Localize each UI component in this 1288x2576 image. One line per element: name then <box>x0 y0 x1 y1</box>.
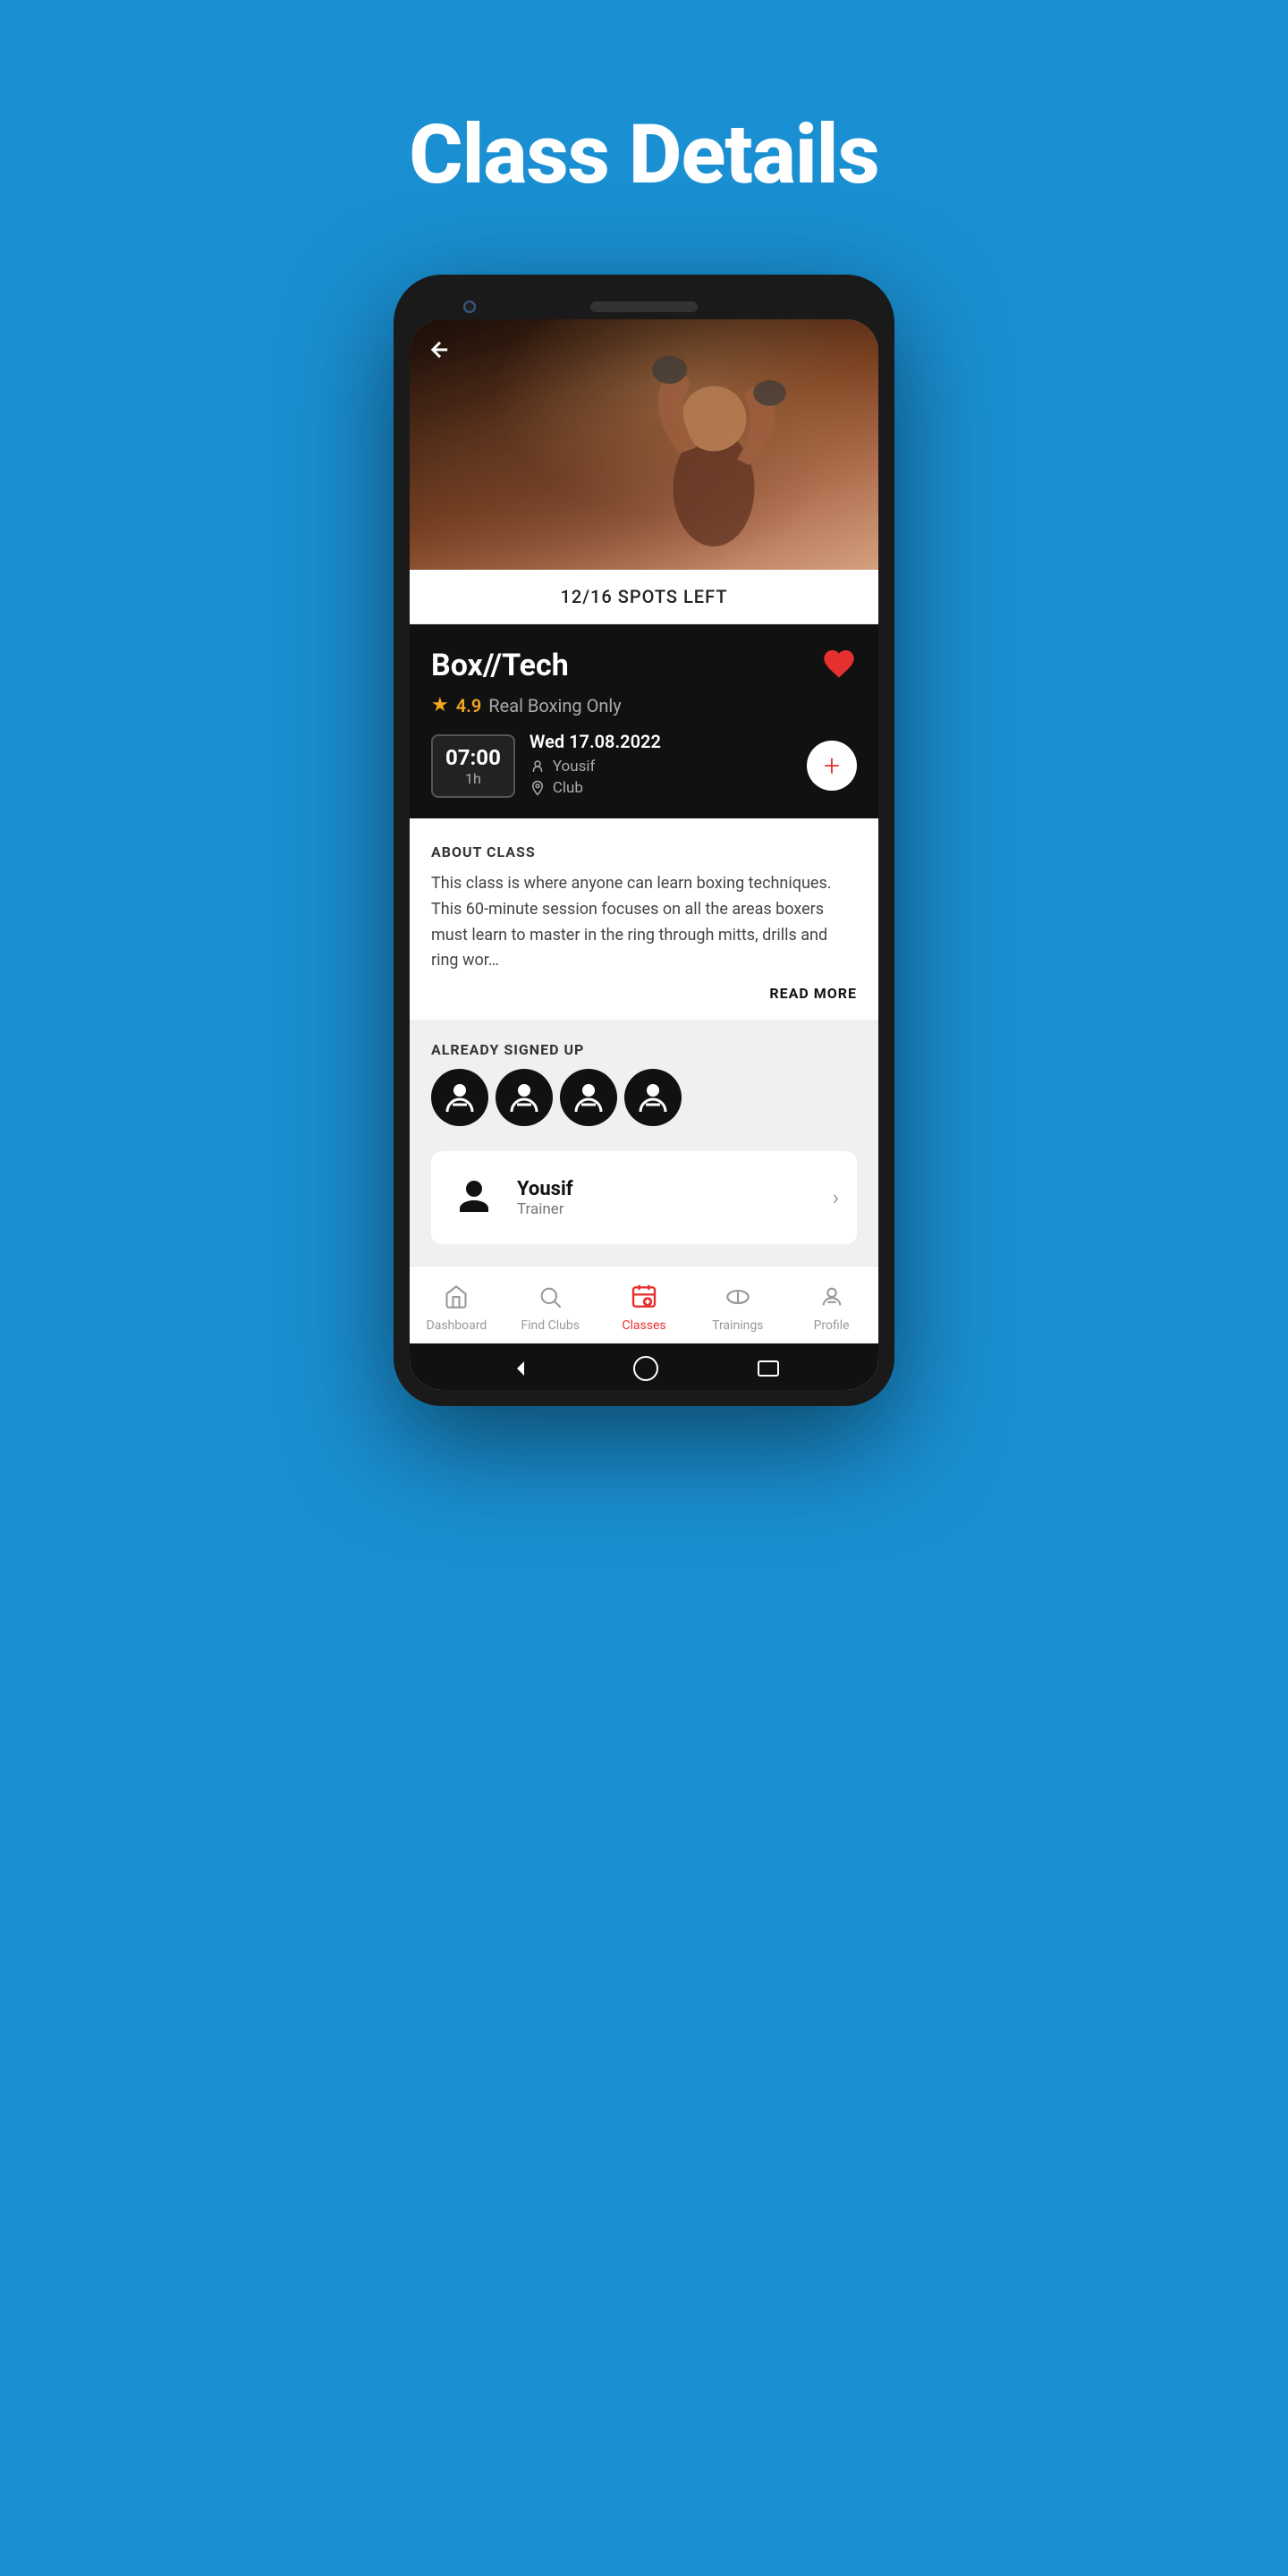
nav-item-find-clubs[interactable]: Find Clubs <box>510 1281 590 1333</box>
time-box: 07:00 1h <box>431 734 515 798</box>
avatars-row <box>431 1069 857 1126</box>
nav-item-dashboard[interactable]: Dashboard <box>416 1281 496 1333</box>
trainer-card[interactable]: Yousif Trainer › <box>431 1151 857 1244</box>
schedule-details: Wed 17.08.2022 Yousif <box>530 731 792 801</box>
search-clubs-icon <box>534 1281 566 1313</box>
signed-up-section: ALREADY SIGNED UP <box>410 1020 878 1151</box>
avatar-3 <box>560 1069 617 1126</box>
class-time: 07:00 <box>445 745 501 770</box>
trainer-card-name: Yousif <box>517 1178 815 1200</box>
read-more-button[interactable]: READ MORE <box>431 985 857 1005</box>
profile-icon <box>816 1281 848 1313</box>
trainings-icon <box>722 1281 754 1313</box>
location-row: Club <box>530 779 792 797</box>
page-title: Class Details <box>409 107 878 203</box>
about-text: This class is where anyone can learn box… <box>431 871 857 974</box>
home-icon <box>440 1281 472 1313</box>
nav-item-trainings[interactable]: Trainings <box>698 1281 778 1333</box>
boxer-silhouette <box>597 337 830 570</box>
nav-label-dashboard: Dashboard <box>427 1318 487 1333</box>
add-icon: + <box>824 751 840 780</box>
class-info-card: Box//Tech ★ 4.9 Real Boxing Only 07:00 <box>410 624 878 818</box>
star-icon: ★ <box>431 694 449 716</box>
trainer-info: Yousif Trainer <box>517 1178 815 1218</box>
class-title: Box//Tech <box>431 648 569 683</box>
classes-icon <box>628 1281 660 1313</box>
phone-screen: 12/16 SPOTS LEFT Box//Tech ★ 4.9 Real Bo… <box>410 319 878 1390</box>
add-to-class-button[interactable]: + <box>807 741 857 791</box>
class-duration: 1h <box>445 770 501 787</box>
location-name: Club <box>553 779 583 797</box>
phone-camera <box>463 301 476 313</box>
recents-system-button[interactable] <box>758 1360 779 1377</box>
nav-item-profile[interactable]: Profile <box>792 1281 872 1333</box>
phone-system-nav <box>410 1343 878 1390</box>
avatar-1 <box>431 1069 488 1126</box>
nav-label-classes: Classes <box>622 1318 665 1333</box>
trainer-avatar-icon <box>449 1173 499 1223</box>
back-system-button[interactable] <box>509 1356 534 1381</box>
bottom-nav: Dashboard Find Clubs <box>410 1266 878 1343</box>
avatar-2 <box>496 1069 553 1126</box>
back-button[interactable] <box>428 337 453 369</box>
spots-text: 12/16 SPOTS LEFT <box>560 586 727 607</box>
phone-top-bar <box>410 291 878 319</box>
club-name: Real Boxing Only <box>488 695 621 716</box>
page-background: Class Details <box>0 0 1288 2576</box>
trainer-row: Yousif <box>530 758 792 775</box>
about-section: ABOUT CLASS This class is where anyone c… <box>410 818 878 1020</box>
phone-speaker <box>590 301 698 312</box>
nav-item-classes[interactable]: Classes <box>604 1281 684 1333</box>
trainer-chevron-right: › <box>833 1185 839 1210</box>
class-date: Wed 17.08.2022 <box>530 731 792 752</box>
spots-bar: 12/16 SPOTS LEFT <box>410 570 878 624</box>
favorite-button[interactable] <box>821 646 857 685</box>
nav-label-profile: Profile <box>814 1318 850 1333</box>
nav-label-trainings: Trainings <box>712 1318 763 1333</box>
hero-image <box>410 319 878 570</box>
about-label: ABOUT CLASS <box>431 843 857 860</box>
signed-up-label: ALREADY SIGNED UP <box>431 1041 857 1058</box>
avatar-4 <box>624 1069 682 1126</box>
rating-number: 4.9 <box>456 695 482 716</box>
nav-label-find-clubs: Find Clubs <box>521 1318 580 1333</box>
trainer-card-role: Trainer <box>517 1200 815 1218</box>
phone-shell: 12/16 SPOTS LEFT Box//Tech ★ 4.9 Real Bo… <box>394 275 894 1406</box>
trainer-name: Yousif <box>553 758 596 775</box>
home-system-button[interactable] <box>633 1356 658 1381</box>
